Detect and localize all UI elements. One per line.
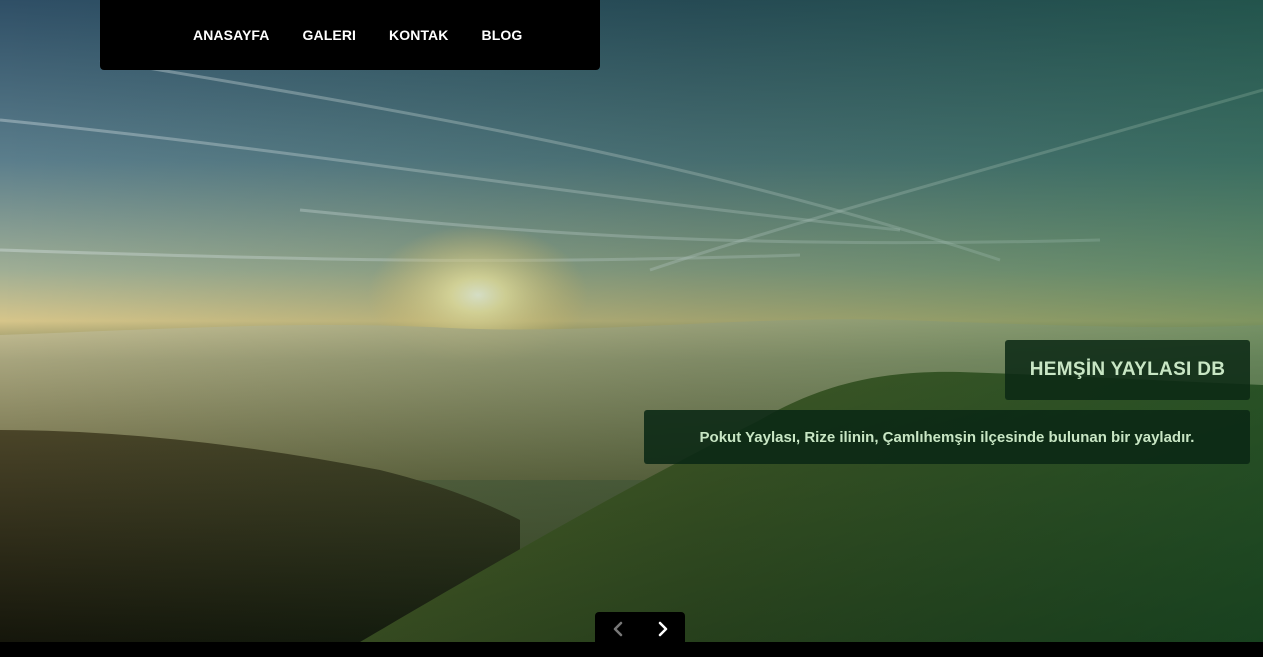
slide-description-box: Pokut Yaylası, Rize ilinin, Çamlıhemşin … xyxy=(644,410,1250,464)
nav-item-blog[interactable]: BLOG xyxy=(481,27,522,43)
nav-item-anasayfa[interactable]: ANASAYFA xyxy=(193,27,270,43)
slide-title: HEMŞİN YAYLASI DB xyxy=(1029,359,1226,380)
nav-list: ANASAYFA GALERI KONTAK BLOG xyxy=(193,0,555,70)
chevron-right-icon xyxy=(658,621,667,636)
nav-item-kontak[interactable]: KONTAK xyxy=(389,27,448,43)
hero-slider xyxy=(0,0,1263,642)
prev-slide-button[interactable] xyxy=(603,614,633,644)
slide-title-box: HEMŞİN YAYLASI DB xyxy=(1005,340,1250,400)
slide-description: Pokut Yaylası, Rize ilinin, Çamlıhemşin … xyxy=(699,428,1195,446)
slider-controls xyxy=(595,612,685,645)
hero-overlay xyxy=(0,0,1263,642)
nav-item-galeri[interactable]: GALERI xyxy=(303,27,357,43)
chevron-left-icon xyxy=(613,621,622,636)
next-slide-button[interactable] xyxy=(648,614,678,644)
main-navbar: ANASAYFA GALERI KONTAK BLOG xyxy=(100,0,600,70)
